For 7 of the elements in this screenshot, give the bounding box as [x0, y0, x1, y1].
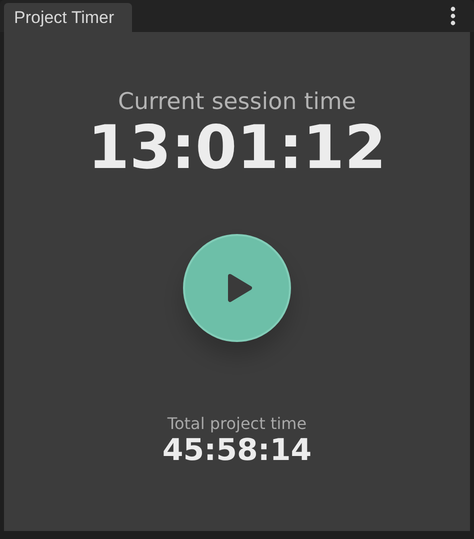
session-label: Current session time	[118, 88, 356, 116]
window-tab[interactable]: Project Timer	[4, 3, 132, 32]
session-time: 13:01:12	[88, 116, 386, 180]
total-time: 45:58:14	[162, 434, 312, 468]
more-options-icon[interactable]	[450, 6, 456, 26]
total-label: Total project time	[167, 414, 307, 434]
play-icon	[227, 273, 253, 303]
